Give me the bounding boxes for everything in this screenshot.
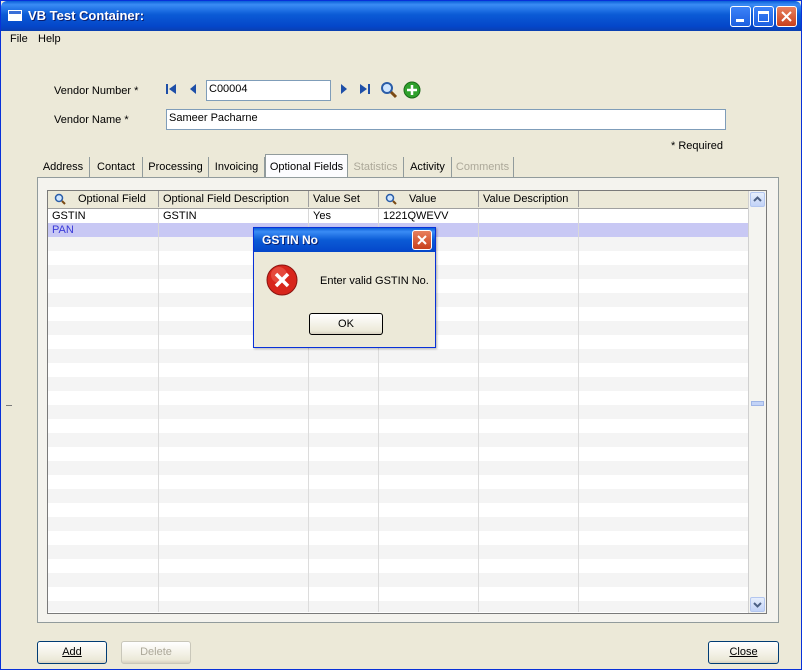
- finder-magnifier-icon[interactable]: [54, 193, 66, 205]
- delete-button-label: Delete: [140, 646, 172, 658]
- cell-value-description: [479, 223, 579, 237]
- maximize-button[interactable]: [753, 6, 774, 27]
- dialog-ok-button[interactable]: OK: [309, 313, 383, 335]
- last-record-icon[interactable]: [358, 82, 372, 96]
- close-button[interactable]: Close: [708, 641, 779, 664]
- add-new-icon[interactable]: [403, 81, 421, 99]
- previous-record-icon[interactable]: [186, 82, 200, 96]
- vendor-name-input[interactable]: Sameer Pacharne: [166, 109, 726, 130]
- scroll-up-button[interactable]: [750, 192, 765, 207]
- tab-contact[interactable]: Contact: [90, 157, 143, 177]
- close-icon: [781, 11, 792, 22]
- chevron-down-icon: [753, 602, 762, 608]
- add-button[interactable]: Add: [37, 641, 107, 664]
- col-value-set[interactable]: Value Set: [309, 191, 379, 207]
- error-dialog: GSTIN No Enter valid GSTIN No. OK: [253, 227, 436, 348]
- vendor-number-input[interactable]: C00004: [206, 80, 331, 101]
- col-optional-field-description[interactable]: Optional Field Description: [159, 191, 309, 207]
- chevron-up-icon: [753, 196, 762, 202]
- cell-value-set: Yes: [309, 209, 379, 223]
- maximize-icon: [758, 11, 769, 22]
- finder-magnifier-icon[interactable]: [385, 193, 397, 205]
- vendor-number-label: Vendor Number *: [54, 85, 139, 97]
- minimize-icon: [736, 19, 744, 22]
- cell-value: 1221QWEVV: [379, 209, 479, 223]
- cell-optional-field: PAN: [48, 223, 159, 237]
- dialog-title-bar: GSTIN No: [254, 228, 435, 252]
- cell-description: GSTIN: [159, 209, 309, 223]
- dialog-close-button[interactable]: [412, 230, 432, 250]
- dialog-message: Enter valid GSTIN No.: [320, 275, 429, 287]
- window-close-button[interactable]: [776, 6, 797, 27]
- tab-address[interactable]: Address: [37, 157, 90, 177]
- vendor-name-label: Vendor Name *: [54, 114, 129, 126]
- cell-optional-field: GSTIN: [48, 209, 159, 223]
- table-row[interactable]: GSTIN GSTIN Yes 1221QWEVV: [48, 209, 753, 223]
- tab-comments[interactable]: Comments: [452, 157, 514, 177]
- dialog-ok-label: OK: [338, 318, 354, 330]
- tab-statistics[interactable]: Statistics: [348, 157, 404, 177]
- cell-value-description: [479, 209, 579, 223]
- close-button-label: Close: [729, 646, 758, 658]
- tab-invoicing[interactable]: Invoicing: [209, 157, 265, 177]
- grid-vertical-scrollbar[interactable]: [748, 191, 766, 613]
- first-record-icon[interactable]: [164, 82, 178, 96]
- delete-button[interactable]: Delete: [121, 641, 191, 664]
- app-window-icon: [8, 10, 22, 21]
- grid-header: Optional Field Optional Field Descriptio…: [48, 191, 753, 209]
- tab-activity[interactable]: Activity: [404, 157, 452, 177]
- window-title: VB Test Container:: [28, 8, 145, 23]
- add-button-label: Add: [62, 646, 82, 658]
- tab-optional-fields[interactable]: Optional Fields: [265, 154, 348, 177]
- scroll-down-button[interactable]: [750, 597, 765, 612]
- menu-help[interactable]: Help: [38, 33, 61, 45]
- minimize-button[interactable]: [730, 6, 751, 27]
- title-bar: VB Test Container:: [1, 1, 801, 31]
- required-note: * Required: [671, 140, 723, 152]
- finder-magnifier-icon[interactable]: [380, 81, 398, 99]
- dialog-title: GSTIN No: [262, 233, 318, 247]
- menu-bar: File Help: [1, 31, 801, 49]
- window-left-edge-mark: [6, 405, 12, 406]
- col-value[interactable]: Value: [379, 191, 479, 207]
- col-value-description[interactable]: Value Description: [479, 191, 579, 207]
- scroll-thumb[interactable]: [751, 401, 764, 406]
- close-icon: [417, 235, 427, 245]
- next-record-icon[interactable]: [337, 82, 351, 96]
- menu-file[interactable]: File: [10, 33, 28, 45]
- error-icon: [266, 264, 298, 296]
- col-optional-field[interactable]: Optional Field: [48, 191, 159, 207]
- tab-processing[interactable]: Processing: [143, 157, 209, 177]
- col-value-label: Value: [409, 193, 437, 205]
- col-optional-field-label: Optional Field: [78, 193, 146, 205]
